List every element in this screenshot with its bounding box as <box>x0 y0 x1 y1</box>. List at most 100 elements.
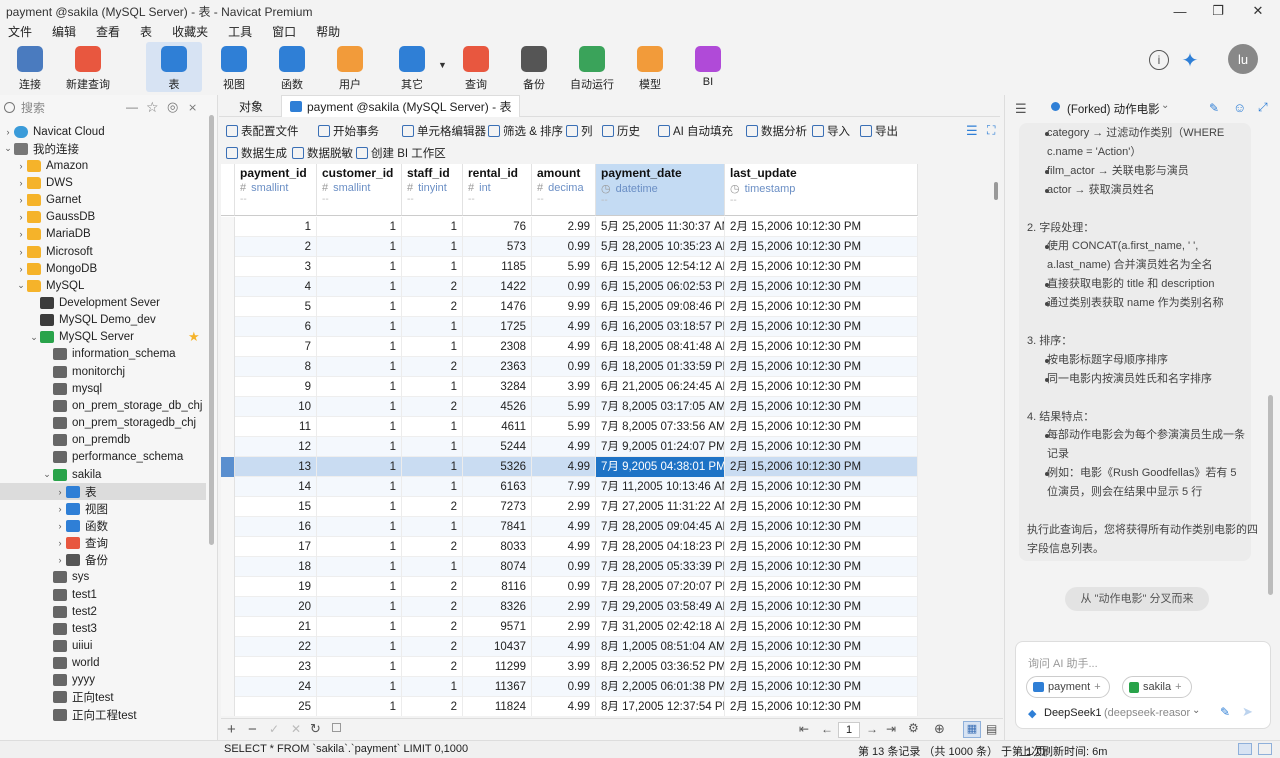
layout-left-icon[interactable] <box>1238 743 1252 755</box>
table-cell-payment_date[interactable]: 7月 31,2005 02:42:18 AM <box>596 617 725 637</box>
table-cell-staff_id[interactable]: 1 <box>402 377 463 397</box>
column-header-payment_date[interactable]: payment_date ◷ datetime -- <box>596 164 725 216</box>
row-marker[interactable] <box>221 657 235 677</box>
row-marker[interactable] <box>221 297 235 317</box>
table-cell-payment_date[interactable]: 6月 21,2005 06:24:45 AM <box>596 377 725 397</box>
table-cell-rental_id[interactable]: 11367 <box>463 677 532 697</box>
search-input[interactable]: 搜索 <box>21 99 45 116</box>
table-cell-payment_date[interactable]: 6月 18,2005 08:41:48 AM <box>596 337 725 357</box>
tree-item[interactable]: › Navicat Cloud <box>0 123 206 140</box>
table-cell-last_update[interactable]: 2月 15,2006 10:12:30 PM <box>725 457 918 477</box>
tree-arrow-icon[interactable]: › <box>15 212 27 222</box>
first-page-icon[interactable]: ⇤ <box>799 722 809 736</box>
row-marker[interactable] <box>221 377 235 397</box>
stop-icon[interactable] <box>332 723 341 732</box>
settings-icon[interactable]: ⚙ <box>908 721 919 735</box>
table-cell-rental_id[interactable]: 8326 <box>463 597 532 617</box>
table-cell-last_update[interactable]: 2月 15,2006 10:12:30 PM <box>725 517 918 537</box>
tree-item[interactable]: › DWS <box>0 174 206 191</box>
tree-item[interactable]: ⌄ MySQL <box>0 277 206 294</box>
table-cell-customer_id[interactable]: 1 <box>317 617 402 637</box>
table-cell-payment_date[interactable]: 7月 9,2005 01:24:07 PM <box>596 437 725 457</box>
ai-input-placeholder[interactable]: 询问 AI 助手... <box>1028 655 1098 671</box>
table-cell-amount[interactable]: 3.99 <box>532 377 596 397</box>
row-marker[interactable] <box>221 617 235 637</box>
send-icon[interactable]: ➤ <box>1242 704 1253 720</box>
menu-item[interactable]: 表 <box>132 23 164 40</box>
table-cell-payment_date[interactable]: 6月 18,2005 01:33:59 PM <box>596 357 725 377</box>
table-cell-payment_id[interactable]: 7 <box>235 337 317 357</box>
tree-item[interactable]: › 表 <box>0 483 206 501</box>
table-cell-customer_id[interactable]: 1 <box>317 477 402 497</box>
tree-item[interactable]: 正向test <box>0 689 206 706</box>
table-row[interactable]: 1 1 1 76 2.99 5月 25,2005 11:30:37 AM 2月 15,200… <box>221 217 918 237</box>
table-row[interactable]: 15 1 2 7273 2.99 7月 27,2005 11:31:22 AM 2月 15,… <box>221 497 918 517</box>
table-cell-rental_id[interactable]: 7273 <box>463 497 532 517</box>
table-cell-payment_date[interactable]: 7月 8,2005 03:17:05 AM <box>596 397 725 417</box>
discard-icon[interactable]: ✕ <box>291 722 301 736</box>
table-cell-amount[interactable]: 5.99 <box>532 257 596 277</box>
fullscreen-icon[interactable]: ⛶ <box>987 123 995 138</box>
table-cell-last_update[interactable]: 2月 15,2006 10:12:30 PM <box>725 537 918 557</box>
collapse-icon[interactable]: — <box>126 100 138 114</box>
table-cell-rental_id[interactable]: 2363 <box>463 357 532 377</box>
tree-item[interactable]: › 备份 <box>0 552 206 569</box>
table-cell-staff_id[interactable]: 2 <box>402 357 463 377</box>
table-cell-customer_id[interactable]: 1 <box>317 357 402 377</box>
table-row[interactable]: 5 1 2 1476 9.99 6月 15,2005 09:08:46 PM 2月 15,2… <box>221 297 918 317</box>
table-row[interactable]: 20 1 2 8326 2.99 7月 29,2005 03:58:49 AM 2月 15,… <box>221 597 918 617</box>
table-cell-payment_id[interactable]: 24 <box>235 677 317 697</box>
toolbar-table-button[interactable]: 表 <box>146 42 202 92</box>
ai-scrollbar[interactable] <box>1268 395 1273 595</box>
row-marker[interactable] <box>221 337 235 357</box>
row-marker[interactable] <box>221 637 235 657</box>
table-cell-payment_date[interactable]: 8月 2,2005 06:01:38 PM <box>596 677 725 697</box>
table-cell-rental_id[interactable]: 4526 <box>463 397 532 417</box>
table-cell-customer_id[interactable]: 1 <box>317 317 402 337</box>
table-cell-last_update[interactable]: 2月 15,2006 10:12:30 PM <box>725 617 918 637</box>
table-toolbar-button[interactable]: 数据生成 <box>226 143 287 163</box>
toolbar-model-button[interactable]: 模型 <box>622 42 678 92</box>
table-cell-payment_date[interactable]: 5月 25,2005 11:30:37 AM <box>596 217 725 237</box>
delete-record-icon[interactable]: − <box>248 721 257 738</box>
table-cell-amount[interactable]: 2.99 <box>532 597 596 617</box>
table-cell-customer_id[interactable]: 1 <box>317 537 402 557</box>
table-row[interactable]: 8 1 2 2363 0.99 6月 18,2005 01:33:59 PM 2月 15,2… <box>221 357 918 377</box>
table-cell-rental_id[interactable]: 8074 <box>463 557 532 577</box>
table-cell-amount[interactable]: 0.99 <box>532 577 596 597</box>
table-cell-payment_date[interactable]: 7月 9,2005 04:38:01 PM <box>596 457 725 477</box>
tree-arrow-icon[interactable]: › <box>15 229 27 239</box>
table-cell-payment_id[interactable]: 18 <box>235 557 317 577</box>
filter-lines-icon[interactable]: ☰ <box>966 123 978 139</box>
table-toolbar-button[interactable]: 创建 BI 工作区 <box>356 143 446 163</box>
tree-item[interactable]: › 视图 <box>0 500 206 517</box>
tree-arrow-icon[interactable]: › <box>15 247 27 257</box>
table-cell-payment_date[interactable]: 6月 15,2005 09:08:46 PM <box>596 297 725 317</box>
context-chip-payment[interactable]: payment + <box>1026 676 1110 698</box>
table-toolbar-button[interactable]: 开始事务 <box>318 121 379 141</box>
table-cell-payment_id[interactable]: 6 <box>235 317 317 337</box>
tab-payment-table[interactable]: payment @sakila (MySQL Server) - 表 <box>281 95 521 117</box>
tree-item[interactable]: test2 <box>0 603 206 620</box>
table-cell-rental_id[interactable]: 5326 <box>463 457 532 477</box>
table-toolbar-button[interactable]: 筛选 & 排序 <box>488 121 563 141</box>
left-scrollbar[interactable] <box>209 115 214 545</box>
table-toolbar-button[interactable]: 数据分析 <box>746 121 807 141</box>
table-toolbar-button[interactable]: 表配置文件 <box>226 121 299 141</box>
table-cell-rental_id[interactable]: 2308 <box>463 337 532 357</box>
tree-item[interactable]: on_prem_storage_db_chj <box>0 397 206 414</box>
toolbar-query-button[interactable]: 查询 <box>448 42 504 92</box>
table-toolbar-button[interactable]: 导入 <box>812 121 850 141</box>
table-row[interactable]: 10 1 2 4526 5.99 7月 8,2005 03:17:05 AM 2月 15,2… <box>221 397 918 417</box>
table-cell-customer_id[interactable]: 1 <box>317 597 402 617</box>
column-header-amount[interactable]: amount # decima -- <box>532 164 596 216</box>
tree-item[interactable]: › Garnet <box>0 192 206 209</box>
tree-item[interactable]: uiiui <box>0 638 206 655</box>
table-cell-payment_date[interactable]: 7月 8,2005 07:33:56 AM <box>596 417 725 437</box>
table-row[interactable]: 21 1 2 9571 2.99 7月 31,2005 02:42:18 AM 2月 15,… <box>221 617 918 637</box>
tree-item[interactable]: › Microsoft <box>0 243 206 260</box>
table-row[interactable]: 25 1 2 11824 4.99 8月 17,2005 12:37:54 PM 2月 15… <box>221 697 918 716</box>
table-row[interactable]: 24 1 1 11367 0.99 8月 2,2005 06:01:38 PM 2月 15,… <box>221 677 918 697</box>
table-toolbar-button[interactable]: AI 自动填充 <box>658 121 733 141</box>
tree-item[interactable]: › 查询 <box>0 535 206 552</box>
